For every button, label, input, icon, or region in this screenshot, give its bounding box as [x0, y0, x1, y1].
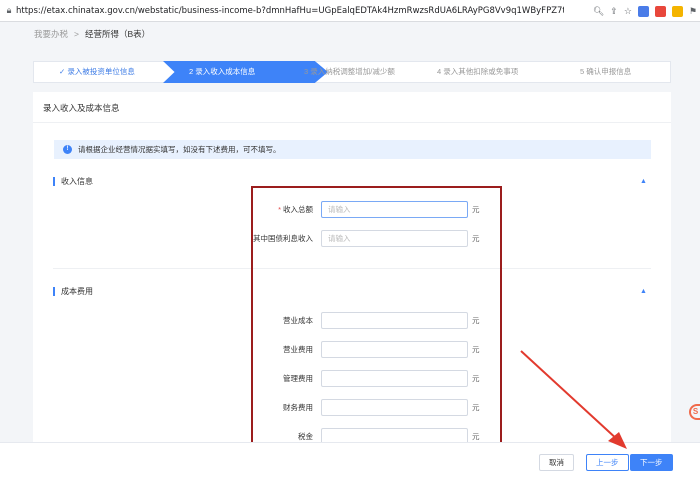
step-3: 3 录入纳税调整增加/减少额 — [304, 67, 395, 76]
extension-icon-translate[interactable] — [637, 5, 649, 17]
next-step-button[interactable]: 下一步 — [630, 454, 673, 471]
card-divider — [33, 122, 671, 123]
star-icon[interactable]: ☆ — [624, 6, 632, 17]
unit-label: 元 — [472, 315, 480, 325]
breadcrumb-current: 经营所得（B表） — [84, 29, 151, 39]
floating-helper-icon[interactable]: S — [689, 404, 700, 420]
browser-toolbar-icons: 🔍︎ ⇪ ☆ ⚑ — [593, 0, 700, 22]
field-bond-interest: 其中国债利息收入 元 — [233, 229, 493, 247]
step-4: 4 录入其他扣除或免事项 — [437, 67, 519, 76]
prev-step-button[interactable]: 上一步 — [586, 454, 629, 471]
url-text[interactable]: https://etax.chinatax.gov.cn/webstatic/b… — [16, 6, 564, 16]
breadcrumb-separator: > — [74, 29, 79, 39]
collapse-cost-icon[interactable]: ▲ — [640, 288, 647, 295]
section-divider — [53, 268, 651, 269]
field-label: 收入总额 — [283, 204, 313, 214]
field-operating-expense: 营业费用 元 — [233, 340, 493, 358]
field-label: 营业费用 — [283, 344, 313, 354]
breadcrumb-root[interactable]: 我要办税 — [34, 28, 68, 40]
finance-expense-input[interactable] — [321, 398, 468, 416]
field-operating-cost: 营业成本 元 — [233, 311, 493, 329]
required-marker: * — [278, 204, 281, 214]
admin-expense-input[interactable] — [321, 369, 468, 387]
field-label: 营业成本 — [283, 315, 313, 325]
field-label: 其中国债利息收入 — [253, 233, 313, 243]
field-label: 管理费用 — [283, 373, 313, 383]
bond-interest-input[interactable] — [321, 229, 468, 247]
cancel-button[interactable]: 取消 — [539, 454, 574, 471]
operating-cost-input[interactable] — [321, 311, 468, 329]
unit-label: 元 — [472, 233, 480, 243]
step-2: 2 录入收入成本信息 — [189, 67, 256, 76]
flag-icon[interactable]: ⚑ — [689, 6, 697, 17]
lock-icon: 🔒︎ — [6, 5, 12, 15]
form-card: 录入收入及成本信息 ! 请根据企业经营情况据实填写，如没有下述费用，可不填写。 … — [33, 92, 671, 445]
zoom-icon[interactable]: 🔍︎ — [593, 6, 604, 17]
info-icon: ! — [63, 145, 72, 154]
card-title: 录入收入及成本信息 — [43, 103, 120, 113]
step-1[interactable]: ✓ 录入被投资单位信息 — [59, 62, 135, 82]
step-5: 5 确认申报信息 — [580, 67, 632, 76]
field-admin-expense: 管理费用 元 — [233, 369, 493, 387]
browser-address-bar[interactable]: 🔒︎ https://etax.chinatax.gov.cn/webstati… — [0, 0, 700, 22]
field-total-income: *收入总额 元 — [233, 200, 493, 218]
field-finance-expense: 财务费用 元 — [233, 398, 493, 416]
cost-section-title: 成本费用 — [53, 287, 93, 296]
field-label: 税金 — [298, 431, 313, 441]
extension-icon-folder[interactable] — [671, 5, 683, 17]
share-icon[interactable]: ⇪ — [610, 6, 618, 17]
step-indicator: ✓ 录入被投资单位信息 2 录入收入成本信息 3 录入纳税调整增加/减少额 4 … — [33, 61, 671, 83]
footer-bar: 取消 上一步 下一步 — [0, 442, 700, 479]
unit-label: 元 — [472, 204, 480, 214]
field-label: 财务费用 — [283, 402, 313, 412]
operating-expense-input[interactable] — [321, 340, 468, 358]
collapse-income-icon[interactable]: ▲ — [640, 178, 647, 185]
total-income-input[interactable] — [321, 200, 468, 218]
unit-label: 元 — [472, 344, 480, 354]
income-section-title: 收入信息 — [53, 177, 93, 186]
notice-text: 请根据企业经营情况据实填写，如没有下述费用，可不填写。 — [78, 145, 281, 154]
unit-label: 元 — [472, 402, 480, 412]
extension-icon-record[interactable] — [654, 5, 666, 17]
unit-label: 元 — [472, 431, 480, 441]
unit-label: 元 — [472, 373, 480, 383]
breadcrumb: 我要办税 > 经营所得（B表） — [34, 28, 150, 40]
notice-banner: ! 请根据企业经营情况据实填写，如没有下述费用，可不填写。 — [54, 140, 651, 159]
